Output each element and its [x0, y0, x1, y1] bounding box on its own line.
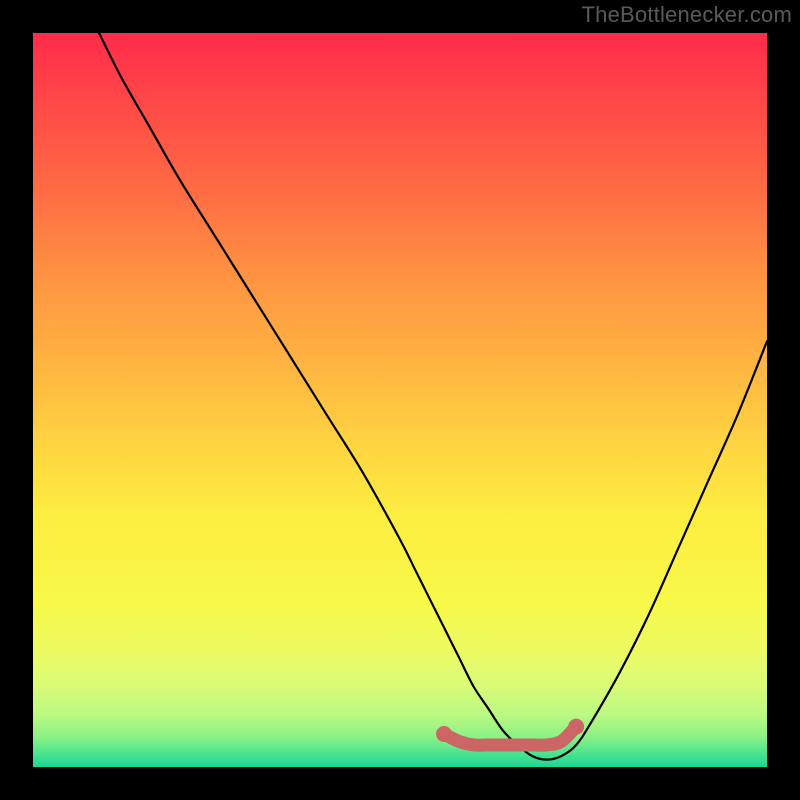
optimal-range-marker	[33, 33, 767, 767]
watermark-text: TheBottlenecker.com	[582, 2, 792, 28]
chart-frame: TheBottlenecker.com	[0, 0, 800, 800]
